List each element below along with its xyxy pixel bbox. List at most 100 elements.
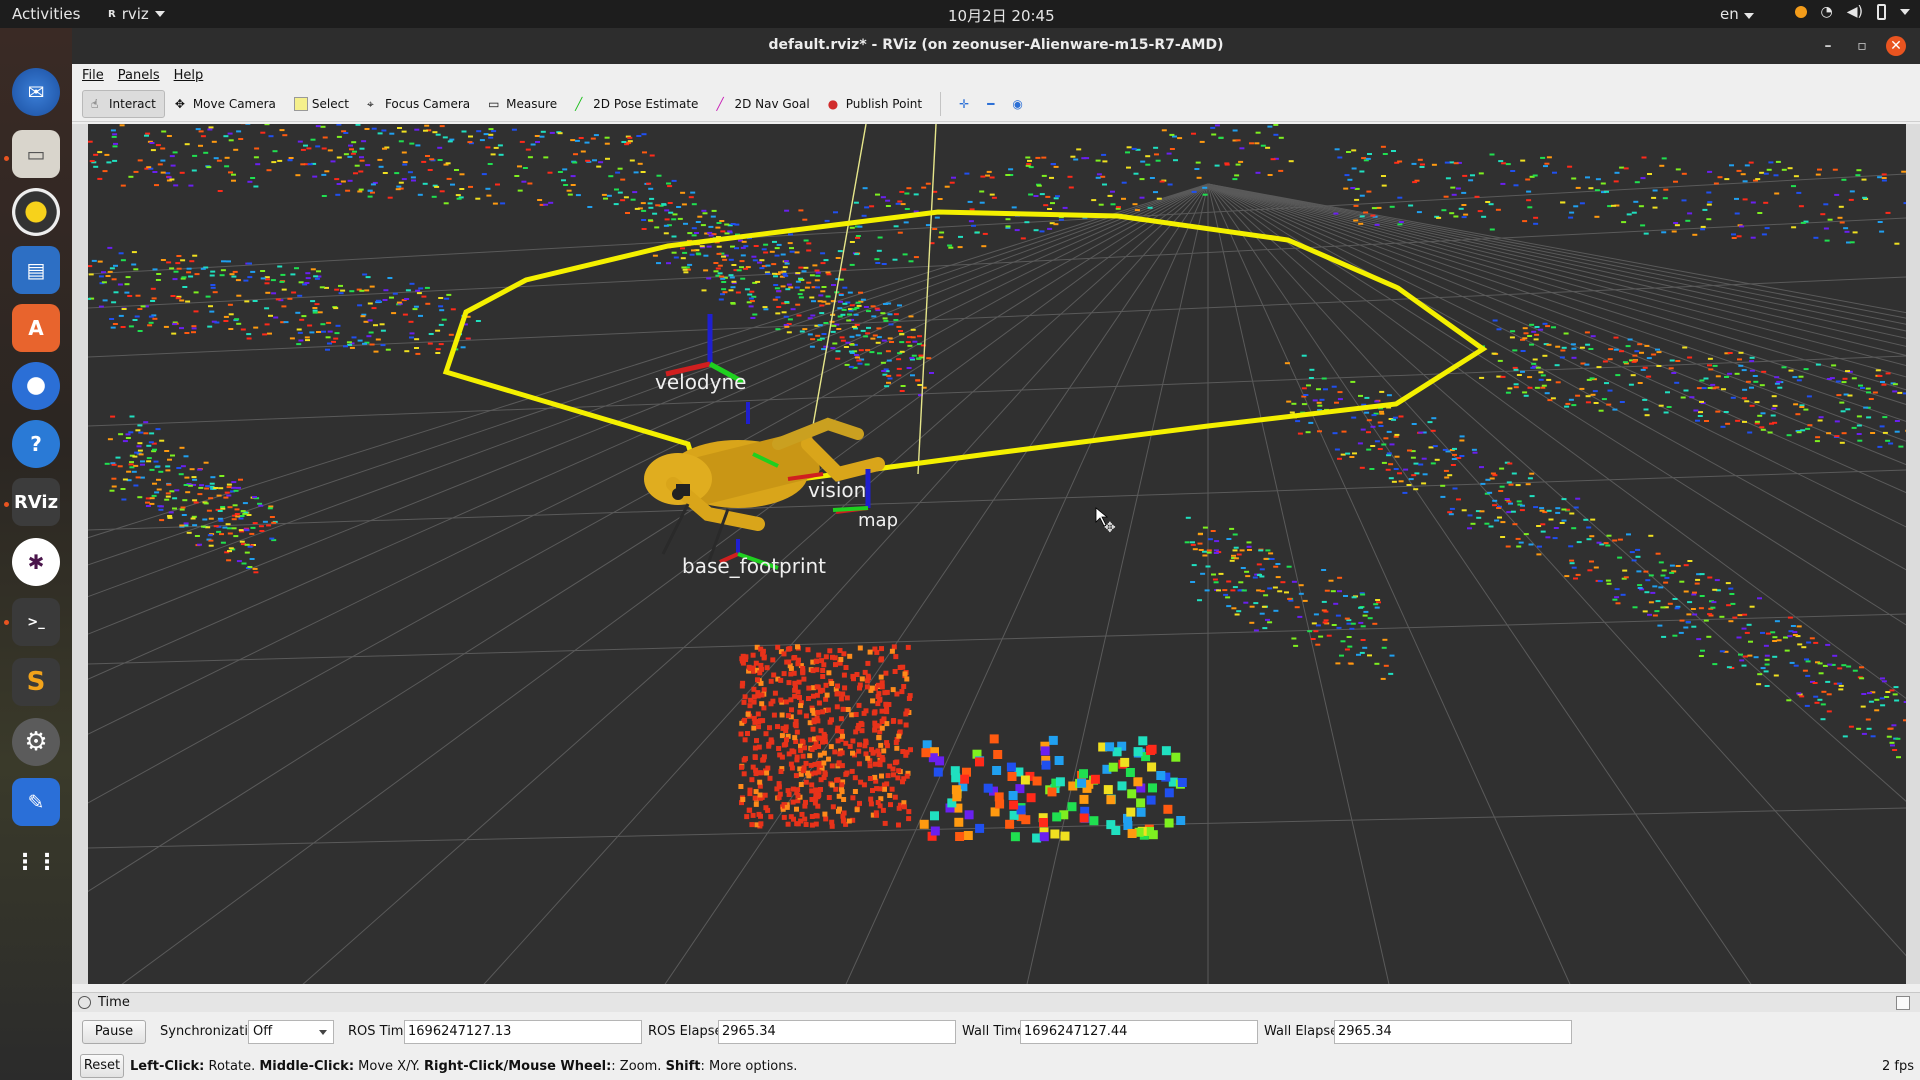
publish-point-tool[interactable]: ● Publish Point [820,90,930,118]
activities-button[interactable]: Activities [12,5,80,23]
cloud-point [1273,609,1279,612]
cloud-point [210,476,216,479]
cloud-point [1303,394,1309,396]
cloud-point [1837,682,1843,685]
app-menu[interactable]: R rviz [108,5,165,23]
language-indicator[interactable]: en [1720,5,1754,23]
settings-icon[interactable]: ⚙ [12,718,60,766]
move-camera-tool[interactable]: ✥ Move Camera [167,90,284,118]
cloud-point [133,268,139,271]
cloud-point [1675,360,1681,362]
cloud-point [798,266,804,269]
focus-camera-tool[interactable]: ⌖ Focus Camera [359,90,478,118]
cloud-point [1717,176,1723,179]
reset-button[interactable]: Reset [80,1054,124,1078]
nav-goal-tool[interactable]: ╱ 2D Nav Goal [708,90,817,118]
rhythmbox-icon[interactable] [12,188,60,236]
pose-estimate-tool[interactable]: ╱ 2D Pose Estimate [567,90,706,118]
add-tool-button[interactable]: ✛ [951,90,977,118]
libreoffice-writer-icon[interactable]: ▤ [12,246,60,294]
cloud-point [1504,498,1510,500]
select-tool[interactable]: Select [286,90,357,118]
cloud-point [865,332,871,335]
slack-icon[interactable]: ✱ [12,538,60,586]
cloud-point [661,203,667,206]
right-dock-handle[interactable] [1906,124,1920,984]
cloud-point [1255,171,1261,174]
tool-properties-button[interactable]: ◉ [1004,90,1030,118]
cloud-point [375,338,381,341]
feather-app-icon[interactable]: ✎ [12,778,60,826]
cloud-point [939,231,945,234]
volume-icon[interactable]: ◀) [1847,4,1863,20]
ros-elapsed-field[interactable]: 2965.34 [718,1020,956,1044]
cloud-point [1229,559,1235,562]
clock[interactable]: 10月2日 20:45 [948,5,1055,26]
wifi-icon[interactable]: ◔ [1821,4,1833,20]
cloud-point [122,478,128,481]
cloud-point [632,191,638,194]
cloud-point [209,482,215,485]
cloud-point [1126,807,1136,817]
maximize-icon[interactable]: ▫ [1852,36,1872,56]
cloud-point [1725,582,1731,585]
measure-tool[interactable]: ▭ Measure [480,90,565,118]
cloud-point [239,515,245,517]
cloud-point [625,212,630,214]
cloud-point [681,266,687,269]
ros-time-field[interactable]: 1696247127.13 [404,1020,642,1044]
cloud-point [1136,807,1146,817]
rviz-small-icon: R [108,8,116,20]
cloud-point [1739,659,1745,662]
cloud-point [1453,215,1459,218]
minimize-icon[interactable]: – [1818,36,1838,56]
help-icon[interactable]: ? [12,420,60,468]
wall-time-field[interactable]: 1696247127.44 [1020,1020,1258,1044]
files-icon[interactable]: ▭ [12,130,60,178]
menu-help[interactable]: Help [174,68,204,83]
show-applications-icon[interactable]: ⋮⋮ [12,838,60,886]
cloud-point [145,132,151,135]
cloud-point [1455,187,1461,190]
cloud-point [838,300,843,303]
3d-render-view[interactable]: ✥ velodyne vision map base_footprint [88,124,1906,984]
remove-tool-button[interactable]: ━ [979,90,1002,118]
sublime-text-icon[interactable]: S [12,658,60,706]
cloud-point [829,681,835,686]
software-center-icon[interactable]: A [12,304,60,352]
cloud-point [816,652,822,658]
chromium-icon[interactable] [12,362,60,410]
menu-file[interactable]: File [82,68,104,83]
cloud-point [1131,147,1137,150]
left-dock-handle[interactable] [72,124,88,984]
notification-dot-icon[interactable] [1794,6,1807,18]
cloud-point [240,510,246,513]
sync-dropdown[interactable]: Off [248,1020,334,1044]
battery-icon[interactable] [1877,4,1886,20]
cloud-point [362,342,367,345]
power-menu-icon[interactable] [1900,9,1910,15]
cloud-point [1570,343,1576,346]
terminal-icon[interactable]: >_ [12,598,60,646]
cloud-point [801,270,807,273]
cloud-point [156,488,162,491]
interact-tool[interactable]: ☝ Interact [82,89,165,118]
menu-panels[interactable]: Panels [118,68,160,83]
panel-float-button[interactable] [1896,996,1910,1010]
cloud-point [789,247,794,250]
close-icon[interactable]: ✕ [1886,36,1906,56]
cloud-point [1116,206,1121,209]
cloud-point [203,151,209,154]
window-titlebar[interactable]: default.rviz* - RViz (on zeonuser-Alienw… [72,28,1920,64]
thunderbird-icon[interactable]: ✉ [12,68,60,116]
cloud-point [1675,168,1681,171]
wall-elapsed-field[interactable]: 2965.34 [1334,1020,1572,1044]
cloud-point [1800,221,1806,224]
cloud-point [872,774,878,780]
cloud-point [1307,630,1313,633]
rviz-icon[interactable]: RViz [12,478,60,526]
cloud-point [1346,151,1351,153]
pause-button[interactable]: Pause [82,1020,146,1044]
cloud-point [1383,664,1389,667]
cloud-point [1192,548,1198,551]
